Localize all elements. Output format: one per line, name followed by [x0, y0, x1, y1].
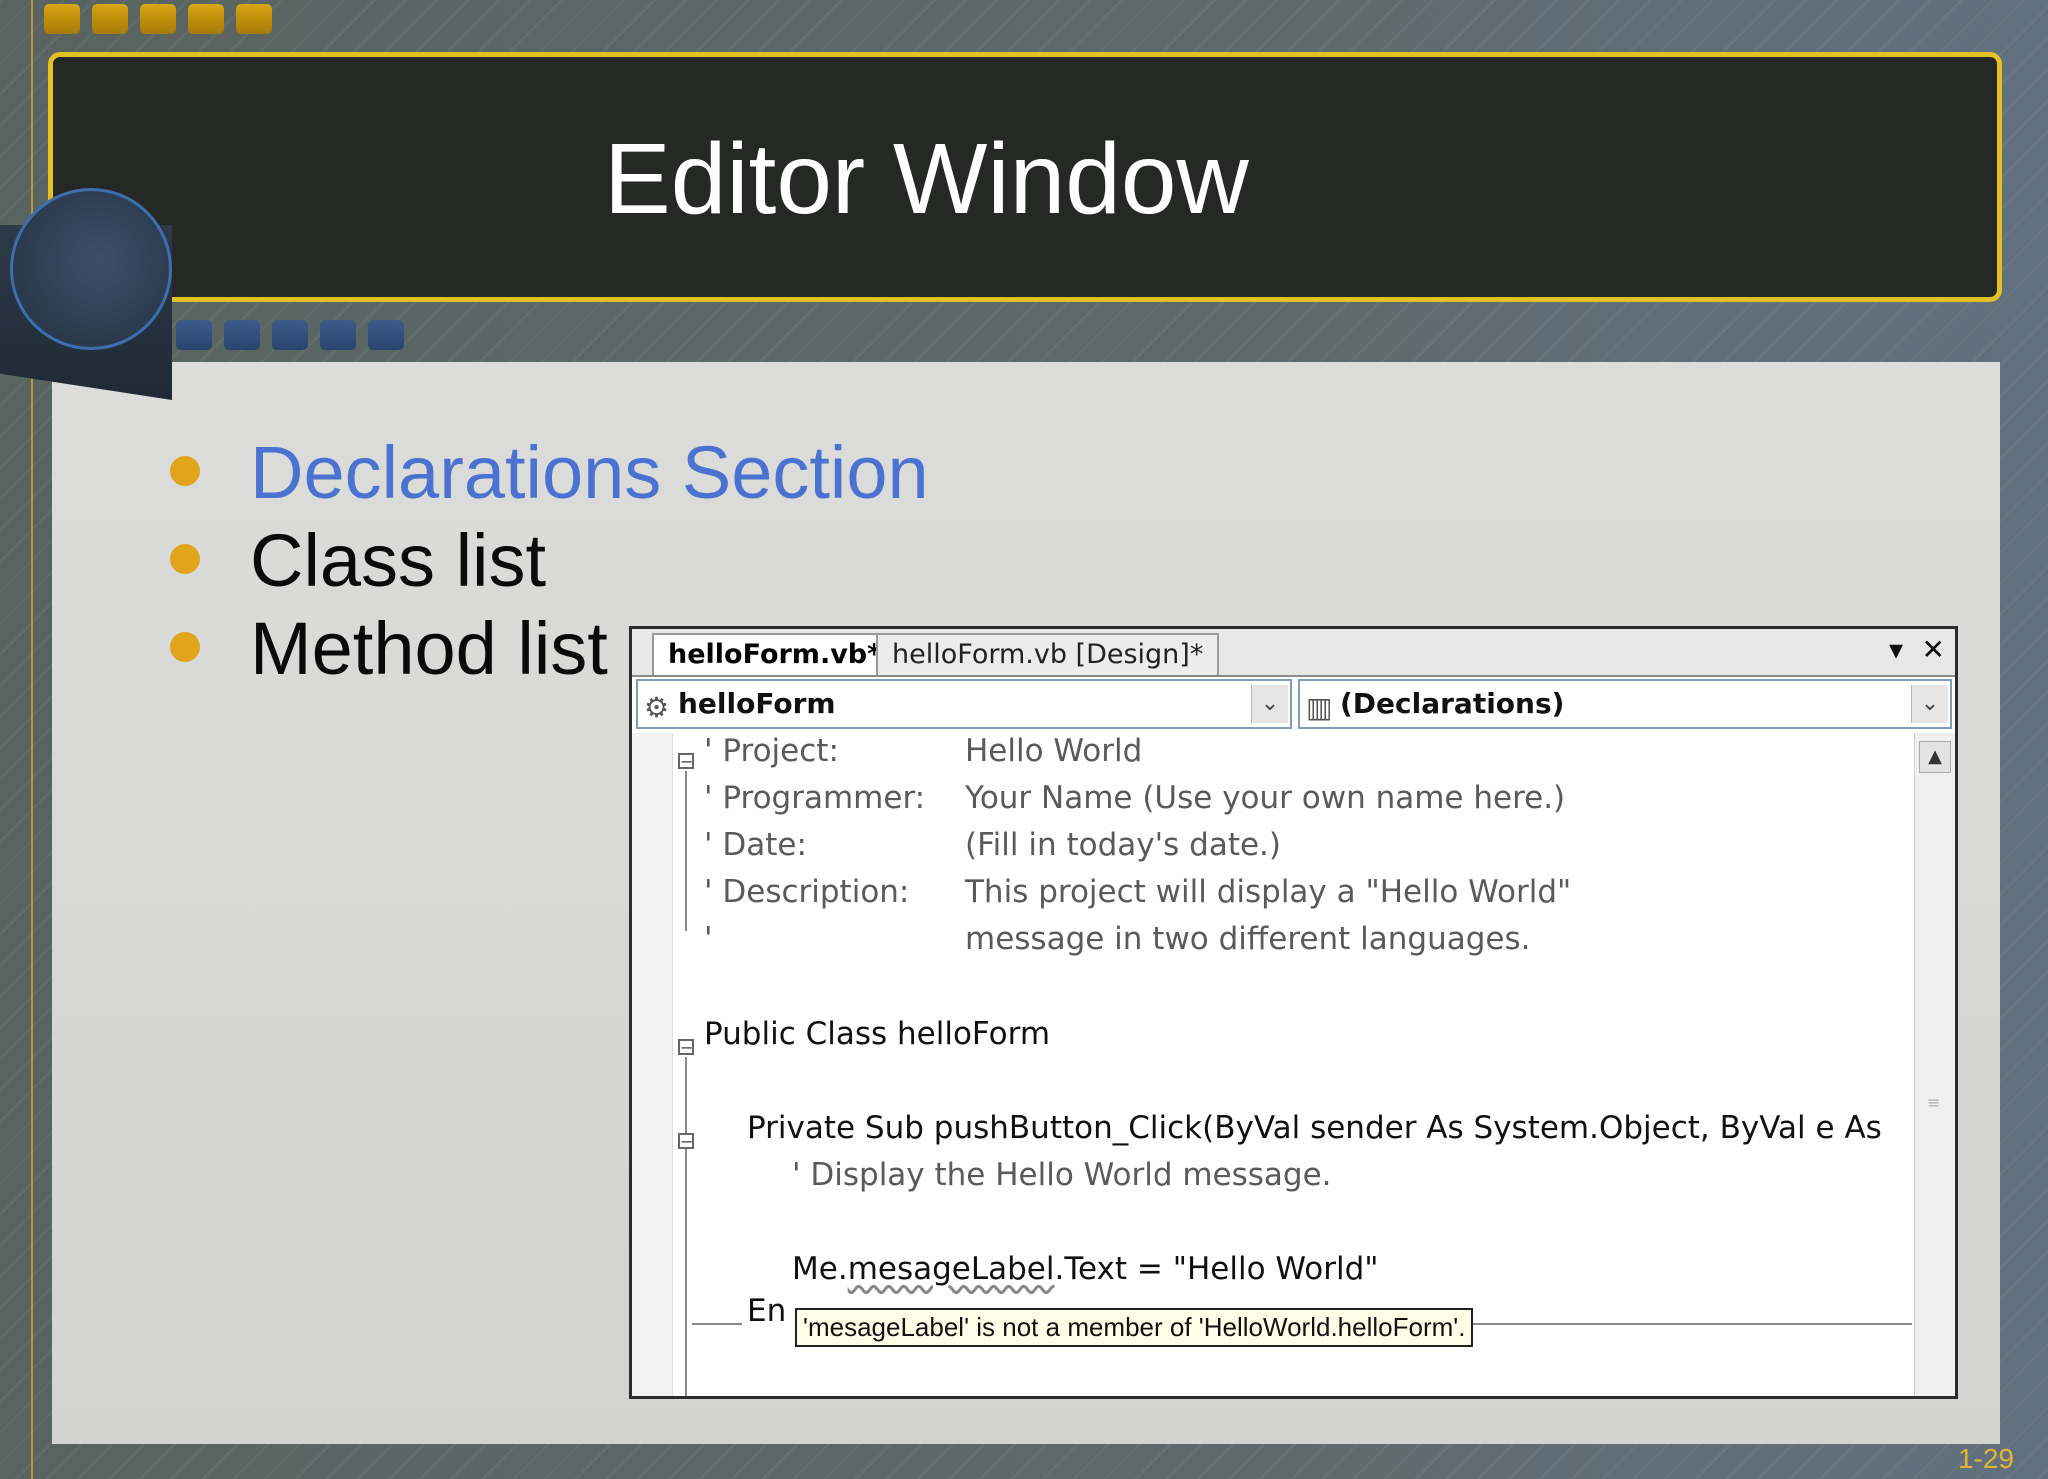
collapse-icon[interactable]: −	[678, 1039, 694, 1056]
code-comment-value: Your Name (Use your own name here.)	[965, 780, 1566, 816]
code-comment-value: message in two different languages.	[965, 921, 1531, 957]
decor-circle	[10, 188, 172, 350]
decor-square	[236, 4, 272, 34]
decor-square	[368, 320, 404, 350]
chevron-down-icon[interactable]: ⌄	[1251, 685, 1288, 723]
class-icon: ⚙	[644, 691, 670, 724]
method-list-value: (Declarations)	[1340, 687, 1565, 720]
slide-title: Editor Window	[604, 123, 1249, 235]
code-comment-key: ' Date:	[704, 827, 807, 863]
code-text-area[interactable]: − − − ' Project: Hello World ' Programme…	[632, 733, 1916, 1396]
code-comment-value: This project will display a "Hello World…	[965, 874, 1572, 910]
class-list-combo[interactable]: ⚙ helloForm ⌄	[636, 679, 1292, 729]
window-position-icon[interactable]: ▾	[1889, 633, 1903, 666]
code-gutter	[632, 733, 673, 1396]
tab-code-view[interactable]: helloForm.vb*	[652, 633, 898, 675]
error-tooltip: 'mesageLabel' is not a member of 'HelloW…	[795, 1308, 1474, 1347]
bullet-text: Method list	[250, 607, 608, 690]
scroll-grip-icon[interactable]: ≡	[1927, 1093, 1940, 1112]
page-number: 1-29	[1957, 1443, 2014, 1474]
bullet-dot	[170, 544, 200, 574]
vertical-scrollbar[interactable]: ▲ ≡	[1914, 733, 1955, 1396]
code-token: .Text = "Hello World"	[1054, 1251, 1379, 1287]
decor-square	[140, 4, 176, 34]
decor-square	[92, 4, 128, 34]
decor-square	[272, 320, 308, 350]
decor-square	[44, 4, 80, 34]
bullet-dot	[170, 456, 200, 486]
collapse-icon[interactable]: −	[678, 753, 694, 770]
gold-decor-squares	[44, 4, 272, 34]
code-statement: Me.mesageLabel.Text = "Hello World"	[792, 1251, 1379, 1287]
editor-tabstrip: helloForm.vb* helloForm.vb [Design]* ▾ ✕	[632, 629, 1955, 677]
error-squiggle-token: mesageLabel	[847, 1251, 1055, 1287]
code-token: Me.	[792, 1251, 848, 1287]
outline-line	[685, 771, 687, 931]
code-comment-value: (Fill in today's date.)	[965, 827, 1281, 863]
bullet-dot	[170, 632, 200, 662]
code-comment-key: '	[704, 921, 713, 957]
collapse-icon[interactable]: −	[678, 1133, 694, 1150]
code-comment-key: ' Programmer:	[704, 780, 926, 816]
bullet-text: Declarations Section	[250, 431, 929, 514]
code-editor-window: helloForm.vb* helloForm.vb [Design]* ▾ ✕…	[629, 626, 1958, 1399]
class-list-value: helloForm	[678, 687, 836, 720]
method-list-combo[interactable]: ▥ (Declarations) ⌄	[1298, 679, 1952, 729]
code-comment-value: Hello World	[965, 733, 1143, 769]
code-comment: ' Display the Hello World message.	[792, 1157, 1332, 1193]
decor-square	[176, 320, 212, 350]
outline-line	[685, 1057, 687, 1396]
code-end-sub: En	[747, 1293, 787, 1329]
tab-design-view[interactable]: helloForm.vb [Design]*	[876, 633, 1220, 675]
code-comment-key: ' Project:	[704, 733, 839, 769]
decor-square	[188, 4, 224, 34]
code-comment-key: ' Description:	[704, 874, 910, 910]
code-sub-declaration: Private Sub pushButton_Click(ByVal sende…	[747, 1110, 1882, 1146]
chevron-down-icon[interactable]: ⌄	[1911, 685, 1948, 723]
declarations-icon: ▥	[1306, 691, 1333, 724]
close-icon[interactable]: ✕	[1922, 633, 1945, 666]
bullet-text: Class list	[250, 519, 547, 602]
decor-square	[224, 320, 260, 350]
code-class-declaration: Public Class helloForm	[704, 1016, 1051, 1052]
decor-square	[320, 320, 356, 350]
outline-line	[692, 1323, 742, 1325]
scroll-up-icon[interactable]: ▲	[1919, 741, 1951, 773]
blue-decor-squares	[176, 320, 404, 350]
